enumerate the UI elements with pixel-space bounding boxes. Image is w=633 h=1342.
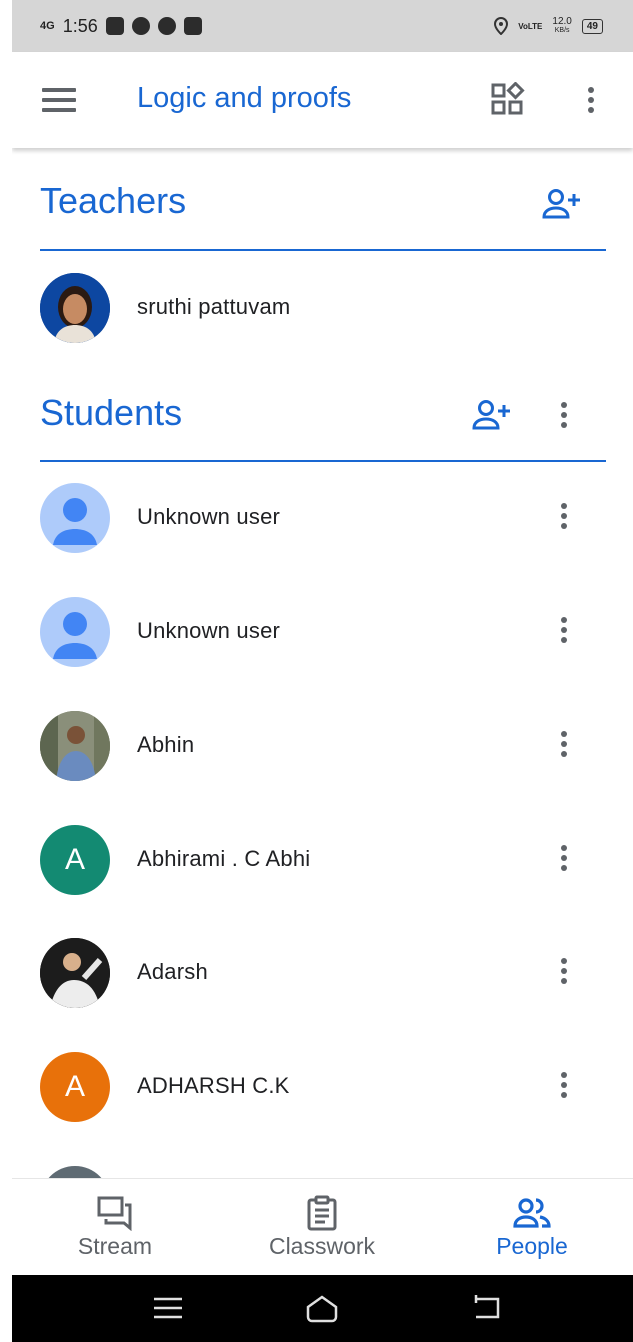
avatar — [40, 711, 110, 781]
chrome-notification-icon — [131, 17, 150, 35]
student-row[interactable]: Unknown user — [12, 582, 633, 682]
app-notification-icon — [183, 17, 202, 35]
app-bar: Logic and proofs — [12, 52, 633, 148]
volte-indicator: VoLTE — [518, 21, 543, 31]
network-speed: 12.0 KB/s — [552, 17, 571, 35]
invite-student-icon[interactable] — [472, 399, 512, 431]
student-row[interactable]: Adarsh — [12, 923, 633, 1023]
location-icon — [494, 17, 509, 35]
student-name: Unknown user — [137, 618, 281, 643]
avatar-letter: A — [64, 1070, 85, 1103]
student-more-icon[interactable] — [560, 501, 568, 531]
stream-icon — [97, 1196, 132, 1231]
student-more-icon[interactable] — [560, 956, 568, 986]
menu-icon[interactable] — [42, 88, 76, 112]
app-frame: 4G 1:56 VoLTE 12.0 KB/s 49 Logic and pro… — [12, 0, 633, 1342]
student-name: Adarsh — [137, 959, 208, 984]
student-row[interactable]: A ADHARSH C.K — [12, 1037, 633, 1137]
recent-apps-icon[interactable] — [152, 1293, 184, 1323]
classwork-icon — [307, 1195, 337, 1231]
letter-avatar: A — [40, 825, 110, 895]
classroom-apps-icon[interactable] — [490, 82, 526, 118]
chrome-notification-icon-2 — [157, 17, 176, 35]
nav-stream[interactable]: Stream — [62, 1179, 168, 1276]
nav-label: Stream — [77, 1233, 153, 1259]
nav-people[interactable]: People — [482, 1179, 582, 1276]
status-bar: 4G 1:56 VoLTE 12.0 KB/s 49 — [12, 0, 633, 52]
students-more-icon[interactable] — [560, 400, 568, 430]
teachers-heading: Teachers — [40, 180, 187, 221]
students-heading: Students — [40, 392, 183, 433]
nav-classwork[interactable]: Classwork — [252, 1179, 392, 1276]
student-more-icon[interactable] — [560, 729, 568, 759]
teacher-name: sruthi pattuvam — [137, 294, 291, 319]
student-photo — [40, 711, 110, 781]
network-speed-value: 12.0 — [552, 16, 572, 27]
avatar — [40, 938, 110, 1008]
more-options-icon[interactable] — [587, 85, 595, 115]
back-icon[interactable] — [470, 1293, 502, 1323]
teacher-photo — [40, 273, 110, 343]
default-avatar-icon — [40, 483, 110, 553]
network-indicator: 4G — [40, 20, 55, 32]
avatar-letter: A — [64, 843, 85, 876]
teacher-row[interactable]: sruthi pattuvam — [12, 258, 633, 358]
avatar — [40, 273, 110, 343]
student-row[interactable]: Unknown user — [12, 468, 633, 568]
student-row[interactable]: A Abhirami . C Abhi — [12, 810, 633, 910]
student-row[interactable]: Abhin — [12, 696, 633, 796]
student-more-icon[interactable] — [560, 615, 568, 645]
invite-teacher-icon[interactable] — [542, 188, 582, 220]
default-avatar-icon — [40, 597, 110, 667]
youtube-notification-icon — [105, 17, 124, 35]
teachers-divider — [40, 249, 606, 251]
student-name: Abhirami . C Abhi — [137, 846, 311, 871]
status-time: 1:56 — [62, 15, 98, 36]
class-title: Logic and proofs — [137, 82, 352, 114]
student-more-icon[interactable] — [560, 1070, 568, 1100]
student-name: Abhin — [137, 732, 195, 757]
letter-avatar: A — [40, 1052, 110, 1122]
network-speed-unit: KB/s — [554, 27, 570, 34]
home-icon[interactable] — [304, 1293, 340, 1323]
nav-label: People — [496, 1233, 568, 1259]
student-name: Unknown user — [137, 504, 281, 529]
nav-label: Classwork — [268, 1233, 376, 1259]
student-more-icon[interactable] — [560, 843, 568, 873]
bottom-navigation: Stream Classwork People — [12, 1178, 633, 1276]
student-name: ADHARSH C.K — [137, 1073, 290, 1098]
system-navigation-bar — [12, 1275, 633, 1342]
students-divider — [40, 460, 606, 462]
battery-indicator: 49 — [581, 18, 603, 34]
student-photo — [40, 938, 110, 1008]
people-icon — [513, 1198, 551, 1228]
